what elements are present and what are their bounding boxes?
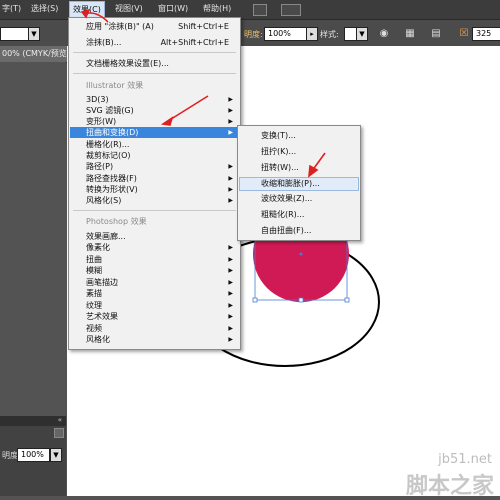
watermark-brand: 脚本之家 [405,474,494,499]
red-arrowhead [308,164,319,178]
red-arrowhead [80,8,91,19]
red-arrow-to-distort [167,95,209,122]
annotation-arrows [80,8,326,178]
watermark-site: jb51.net [438,452,492,467]
red-arrowhead [160,116,174,126]
